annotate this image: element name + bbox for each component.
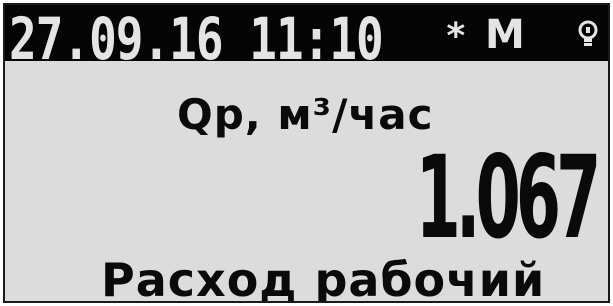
flow-value: 1.067: [415, 130, 601, 265]
parameter-description: Расход рабочий: [101, 253, 546, 303]
parameter-label: Qр, м³/час: [177, 90, 434, 139]
datetime-display: 27.09.16 11:10: [9, 5, 384, 61]
lcd-screen: 27.09.16 11:10 * M Qр, м³/час 1.067 Расх…: [3, 3, 610, 303]
bulb-icon: [578, 20, 598, 46]
mode-indicator: M: [485, 12, 525, 58]
status-bar: 27.09.16 11:10 * M: [5, 5, 608, 61]
asterisk-indicator: *: [445, 16, 467, 57]
